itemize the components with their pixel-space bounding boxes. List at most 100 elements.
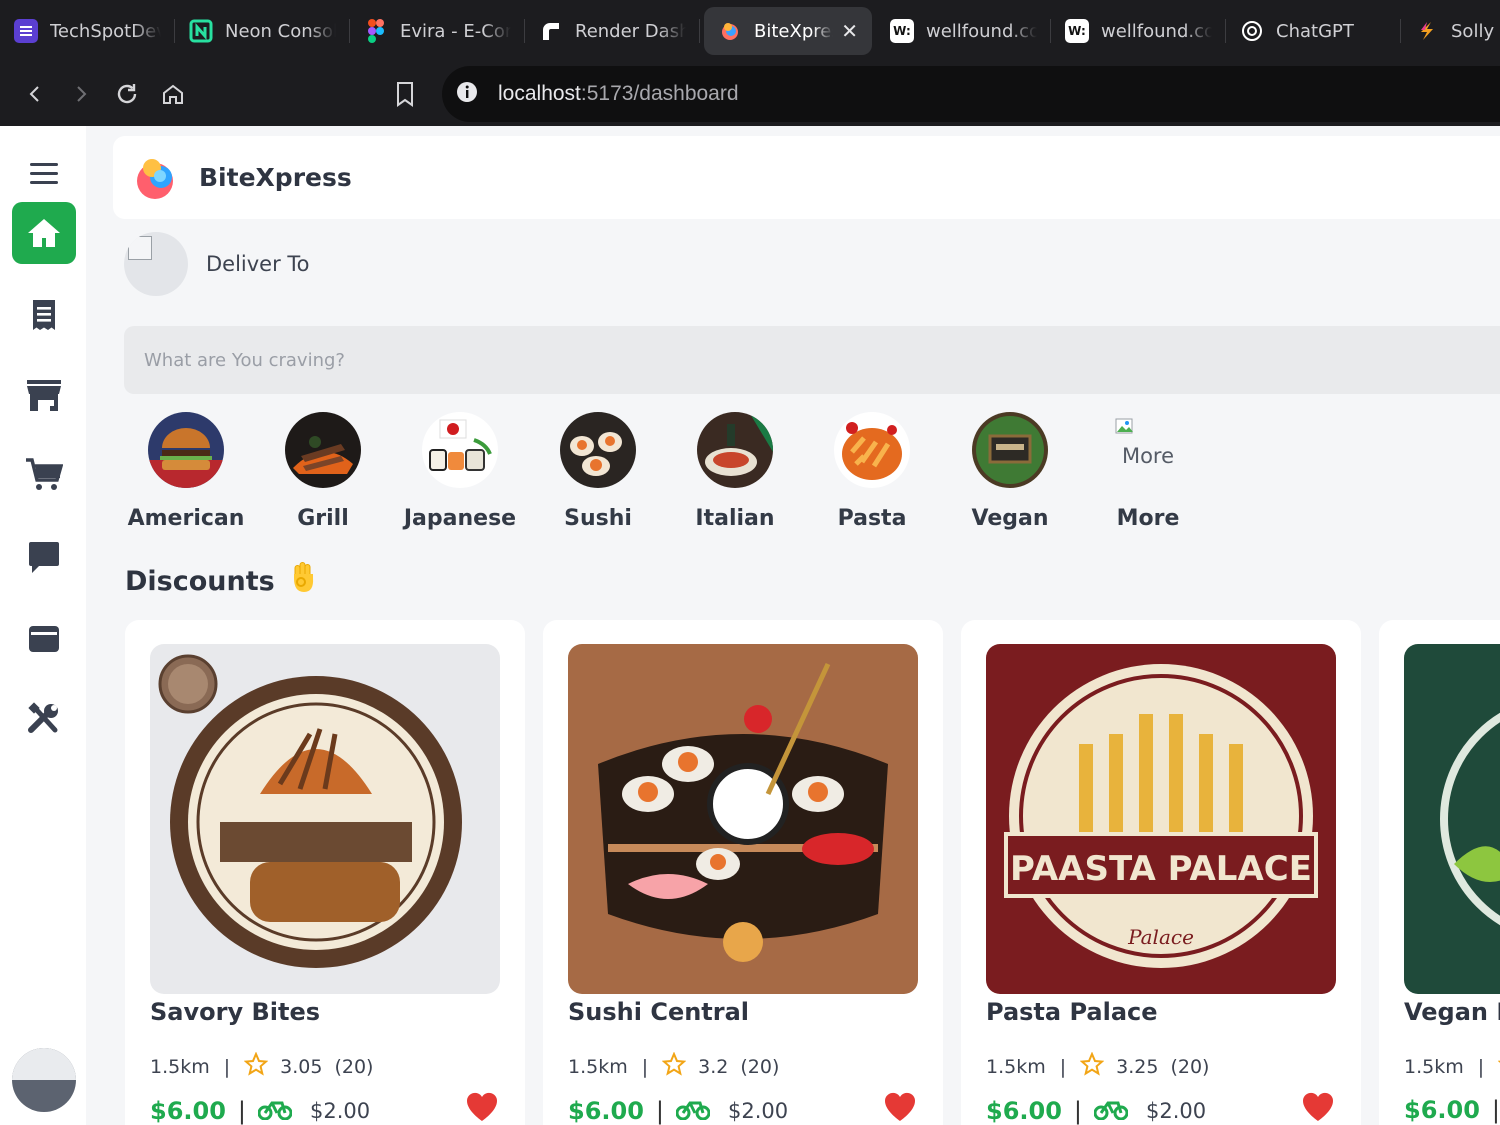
broken-image-icon: More <box>1086 412 1210 488</box>
bookmark-icon[interactable] <box>382 71 428 117</box>
deliver-label: Deliver To <box>206 252 310 276</box>
address-bar[interactable]: localhost:5173/dashboard <box>442 66 1500 122</box>
restaurant-price: $6.00 | <box>1404 1096 1500 1124</box>
restaurant-meta: 1.5km | <box>1404 1052 1500 1081</box>
app-sidebar <box>0 126 86 1125</box>
category-item-sushi[interactable]: Sushi <box>536 412 660 531</box>
wellfound-icon: W: <box>890 19 914 43</box>
category-label: Italian <box>695 506 775 531</box>
star-icon <box>243 1051 269 1081</box>
browser-tab-active[interactable]: BiteXpress ✕ <box>704 7 872 55</box>
restaurant-price: $6.00 | $2.00 <box>568 1097 789 1125</box>
brand-name: BiteXpress <box>199 163 352 192</box>
category-item-pasta[interactable]: Pasta <box>810 412 934 531</box>
browser-tab[interactable]: Neon Console <box>175 7 350 55</box>
pasta-icon <box>834 412 910 488</box>
grill-icon <box>285 412 361 488</box>
bitexpress-icon <box>718 19 742 43</box>
user-avatar[interactable] <box>12 1048 76 1112</box>
tab-title: BiteXpress <box>754 20 833 42</box>
category-item-vegan[interactable]: Vegan <box>948 412 1072 531</box>
sidebar-item-settings[interactable] <box>12 688 76 750</box>
category-item-japanese[interactable]: Japanese <box>398 412 522 531</box>
restaurant-card[interactable]: Sushi Central 1.5km | 3.2 (20) $6.00 | $2.0… <box>543 620 943 1125</box>
category-label: Japanese <box>403 506 517 531</box>
browser-tab[interactable]: TechSpotDev <box>0 7 175 55</box>
tab-title: Solly <box>1451 20 1495 42</box>
star-icon <box>1079 1051 1105 1081</box>
solly-icon <box>1415 19 1439 43</box>
category-item-grill[interactable]: Grill <box>261 412 385 531</box>
browser-tab[interactable]: Render Dashboard <box>525 7 700 55</box>
svg-text:Palace: Palace <box>1127 925 1194 949</box>
restaurant-card[interactable]: Savory Bites 1.5km | 3.05 (20) $6.00 | $2.0… <box>125 620 525 1125</box>
sidebar-item-store[interactable] <box>12 364 76 426</box>
tab-title: Evira - E-Commerce <box>400 20 511 42</box>
reload-icon[interactable] <box>104 71 150 117</box>
restaurant-name: Savory Bites <box>150 998 321 1026</box>
burger-icon <box>148 412 224 488</box>
restaurant-price: $6.00 | $2.00 <box>150 1096 371 1125</box>
category-label: Sushi <box>564 506 632 531</box>
sidebar-item-wallet[interactable] <box>12 608 76 670</box>
category-item-more[interactable]: More More <box>1086 412 1210 531</box>
techspot-icon <box>14 19 38 43</box>
browser-tab[interactable]: Evira - E-Commerce <box>350 7 525 55</box>
ok-hand-icon <box>291 562 315 601</box>
location-avatar <box>124 232 188 296</box>
bike-icon <box>1093 1096 1129 1125</box>
figma-icon <box>364 19 388 43</box>
bike-icon <box>257 1096 293 1125</box>
menu-icon[interactable] <box>12 154 76 194</box>
sidebar-item-messages[interactable] <box>12 526 76 588</box>
category-item-italian[interactable]: Italian <box>673 412 797 531</box>
sidebar-item-orders[interactable] <box>12 284 76 346</box>
favorite-heart-icon[interactable] <box>465 1092 499 1125</box>
sidebar-item-home[interactable] <box>12 202 76 264</box>
restaurant-meta: 1.5km | 3.25 (20) <box>986 1051 1209 1081</box>
neon-icon <box>189 19 213 43</box>
browser-tab[interactable]: W: wellfound.com <box>876 7 1051 55</box>
restaurant-price: $6.00 | $2.00 <box>986 1096 1207 1125</box>
tab-title: ChatGPT <box>1276 20 1354 42</box>
deliver-to[interactable]: Deliver To <box>124 232 310 296</box>
star-icon <box>661 1051 687 1081</box>
restaurant-meta: 1.5km | 3.2 (20) <box>568 1051 779 1081</box>
sushi-icon <box>560 412 636 488</box>
tab-title: wellfound.com <box>1101 20 1212 42</box>
search-input[interactable] <box>124 326 1500 394</box>
restaurant-logo-image <box>150 644 500 994</box>
browser-nav-bar: localhost:5173/dashboard <box>0 62 1500 126</box>
browser-tab[interactable]: ChatGPT <box>1226 7 1401 55</box>
restaurant-name: Vegan Delights <box>1404 998 1500 1026</box>
category-label: More <box>1116 506 1180 531</box>
category-label: American <box>127 506 245 531</box>
tab-title: wellfound.com <box>926 20 1037 42</box>
wellfound-icon: W: <box>1065 19 1089 43</box>
close-icon[interactable]: ✕ <box>841 19 858 43</box>
sidebar-item-cart[interactable] <box>12 444 76 506</box>
favorite-heart-icon[interactable] <box>883 1092 917 1125</box>
category-item-american[interactable]: American <box>124 412 248 531</box>
category-label: Pasta <box>837 506 907 531</box>
forward-icon[interactable] <box>58 71 104 117</box>
vegan-icon <box>972 412 1048 488</box>
restaurant-card[interactable]: PAASTA PALACE Palace Pasta Palace 1.5km |… <box>961 620 1361 1125</box>
favorite-heart-icon[interactable] <box>1301 1092 1335 1125</box>
home-icon[interactable] <box>150 71 196 117</box>
restaurant-name: Pasta Palace <box>986 998 1158 1026</box>
back-icon[interactable] <box>12 71 58 117</box>
restaurant-logo-image: PAASTA PALACE Palace <box>986 644 1336 994</box>
italian-icon <box>697 412 773 488</box>
browser-tab[interactable]: W: wellfound.com <box>1051 7 1226 55</box>
restaurant-logo-image <box>568 644 918 994</box>
url-text: localhost:5173/dashboard <box>498 82 739 105</box>
category-list: American Grill Japanese Sushi Italian Pa… <box>124 412 1224 542</box>
restaurant-card[interactable]: Vegan Delights 1.5km| $6.00| <box>1379 620 1500 1125</box>
category-label: Vegan <box>971 506 1049 531</box>
tab-title: Render Dashboard <box>575 20 686 42</box>
browser-tab[interactable]: Solly <box>1401 7 1500 55</box>
japanese-icon <box>422 412 498 488</box>
info-icon[interactable] <box>456 81 478 107</box>
restaurant-name: Sushi Central <box>568 998 750 1026</box>
